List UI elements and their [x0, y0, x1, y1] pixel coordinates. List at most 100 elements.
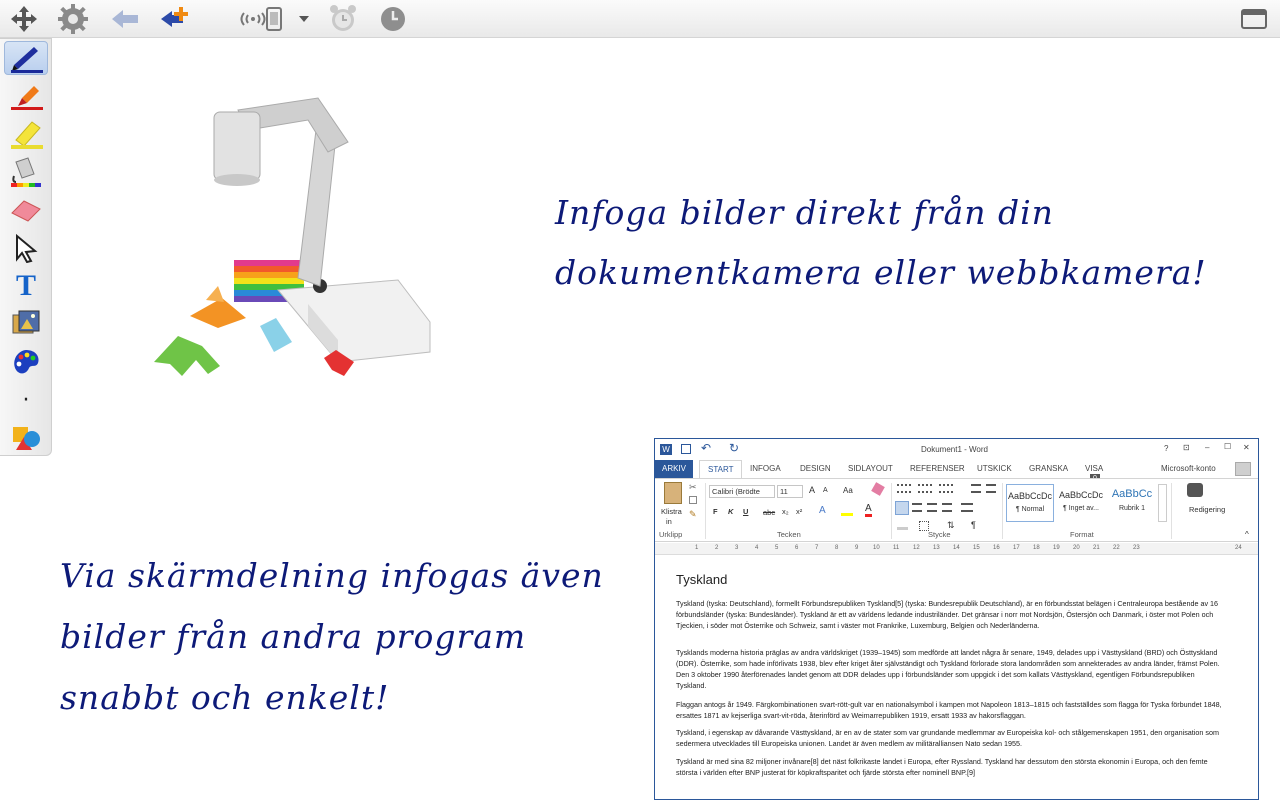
align-center-button[interactable]	[912, 503, 922, 512]
caption-bottom-line3: snabbt och enkelt!	[60, 678, 390, 717]
maximize-button[interactable]: ☐	[1224, 442, 1231, 451]
tab-start[interactable]: START	[699, 460, 743, 478]
line-spacing-icon[interactable]	[961, 503, 973, 512]
back-arrow-icon[interactable]	[109, 3, 141, 35]
dropdown-caret-icon[interactable]	[291, 3, 317, 35]
justify-button[interactable]	[942, 503, 952, 512]
word-ribbon: Klistra in ✂ ✎ Urklipp Calibri (Brödte 1…	[655, 478, 1258, 542]
account-label[interactable]: Microsoft-konto	[1161, 464, 1216, 473]
group-format: Format	[1070, 530, 1094, 539]
minimize-button[interactable]: –	[1205, 443, 1209, 452]
strikethrough-button[interactable]: abc	[763, 508, 775, 517]
text-tool[interactable]: T	[4, 269, 48, 303]
bold-button[interactable]: F	[713, 507, 718, 516]
close-button[interactable]: ✕	[1243, 443, 1250, 452]
cut-icon[interactable]: ✂	[689, 482, 697, 493]
style-heading1-name: Rubrik 1	[1118, 505, 1146, 512]
highlighter-tool[interactable]	[4, 117, 48, 151]
highlight-color-icon[interactable]	[841, 506, 853, 516]
tab-referenser[interactable]: REFERENSER	[910, 464, 965, 473]
window-icon[interactable]	[1238, 3, 1270, 35]
shading-icon[interactable]	[897, 521, 908, 530]
wireless-device-icon[interactable]	[236, 3, 286, 35]
settings-gear-icon[interactable]	[57, 3, 89, 35]
tab-design[interactable]: DESIGN	[800, 464, 831, 473]
tab-sidlayout[interactable]: SIDLAYOUT	[848, 464, 893, 473]
font-color-icon[interactable]: A	[865, 504, 872, 517]
style-heading1-preview: AaBbCc	[1111, 488, 1153, 500]
ruler-number: 5	[775, 545, 779, 551]
clear-format-icon[interactable]	[871, 482, 885, 496]
fill-tool[interactable]	[4, 155, 48, 189]
copy-icon[interactable]	[689, 496, 697, 504]
add-page-icon[interactable]	[159, 3, 191, 35]
bullets-icon[interactable]	[897, 484, 911, 493]
paste-icon[interactable]	[664, 482, 682, 504]
alarm-clock-icon[interactable]	[327, 3, 359, 35]
redo-icon[interactable]: ↻	[729, 441, 739, 455]
ruler-number: 6	[795, 545, 799, 551]
font-size-select[interactable]: 11	[777, 485, 803, 498]
styles-scroll[interactable]	[1158, 484, 1167, 522]
subscript-button[interactable]: x₂	[782, 507, 789, 516]
doc-heading: Tyskland	[676, 572, 728, 587]
style-no-spacing-name: ¶ Inget av...	[1063, 505, 1099, 512]
style-no-spacing[interactable]: AaBbCcDc ¶ Inget av...	[1057, 484, 1105, 522]
text-tool-glyph: T	[15, 269, 36, 302]
shrink-font-button[interactable]: A	[823, 487, 828, 494]
font-name-select[interactable]: Calibri (Brödte	[709, 485, 775, 498]
save-icon[interactable]	[681, 444, 691, 454]
style-heading1[interactable]: AaBbCc Rubrik 1	[1108, 484, 1156, 522]
editing-label[interactable]: Redigering	[1189, 505, 1225, 514]
tab-infoga[interactable]: INFOGA	[750, 464, 781, 473]
shapes-tool[interactable]	[4, 421, 48, 455]
style-normal[interactable]: AaBbCcDc ¶ Normal	[1006, 484, 1054, 522]
ruler-number: 16	[993, 545, 1000, 551]
increase-indent-icon[interactable]	[986, 484, 996, 493]
ruler-number: 22	[1113, 545, 1120, 551]
ruler-number: 3	[735, 545, 739, 551]
caption-top-line1: Infoga bilder direkt från din	[555, 193, 1054, 232]
ribbon-options-button[interactable]: ⊡	[1183, 443, 1190, 452]
account-avatar[interactable]	[1235, 462, 1251, 476]
move-icon[interactable]	[8, 3, 40, 35]
paste-label[interactable]: Klistra	[661, 507, 682, 516]
show-marks-icon[interactable]: ¶	[971, 520, 976, 530]
superscript-button[interactable]: x²	[796, 507, 802, 516]
clock-icon[interactable]	[377, 3, 409, 35]
help-button[interactable]: ?	[1164, 444, 1168, 453]
underline-button[interactable]: U	[743, 507, 748, 516]
italic-button[interactable]: K	[728, 507, 733, 516]
color-palette-tool[interactable]	[4, 345, 48, 379]
top-toolbar	[0, 0, 1280, 38]
numbering-icon[interactable]	[918, 484, 932, 493]
decrease-indent-icon[interactable]	[971, 484, 981, 493]
marker-tool[interactable]	[4, 79, 48, 113]
dot-tool[interactable]: ·	[4, 383, 48, 417]
eraser-tool[interactable]	[4, 193, 48, 227]
collapse-ribbon-icon[interactable]: ^	[1245, 530, 1249, 539]
tool-palette: T ·	[0, 38, 52, 456]
change-case-button[interactable]: Aa	[843, 486, 853, 495]
grow-font-button[interactable]: A	[809, 485, 815, 495]
tab-arkiv[interactable]: ARKIV	[655, 460, 693, 478]
align-right-button[interactable]	[927, 503, 937, 512]
group-urklipp: Urklipp	[659, 530, 683, 539]
select-arrow-tool[interactable]	[4, 231, 48, 265]
pen-tool[interactable]	[4, 41, 48, 75]
multilevel-list-icon[interactable]	[939, 484, 953, 493]
align-left-button[interactable]	[895, 501, 909, 515]
tab-granska[interactable]: GRANSKA	[1029, 464, 1068, 473]
paste-label-2[interactable]: in	[666, 517, 672, 526]
ruler-number: 15	[973, 545, 980, 551]
document-page[interactable]: Tyskland Tyskland (tyska: Deutschland), …	[655, 556, 1258, 799]
tab-utskick[interactable]: UTSKICK	[977, 464, 1012, 473]
undo-icon[interactable]: ↶	[701, 441, 711, 455]
image-tool[interactable]	[4, 307, 48, 341]
tab-visa[interactable]: VISA	[1085, 464, 1103, 473]
word-tabs: ARKIV START INFOGA DESIGN SIDLAYOUT REFE…	[655, 460, 1258, 484]
ruler: 1 2 3 4 5 6 7 8 9 10 11 12 13 14 15 16 1…	[655, 543, 1258, 555]
format-painter-icon[interactable]: ✎	[689, 509, 697, 520]
text-effects-icon[interactable]: A	[819, 505, 826, 516]
binoculars-icon[interactable]	[1187, 483, 1203, 497]
